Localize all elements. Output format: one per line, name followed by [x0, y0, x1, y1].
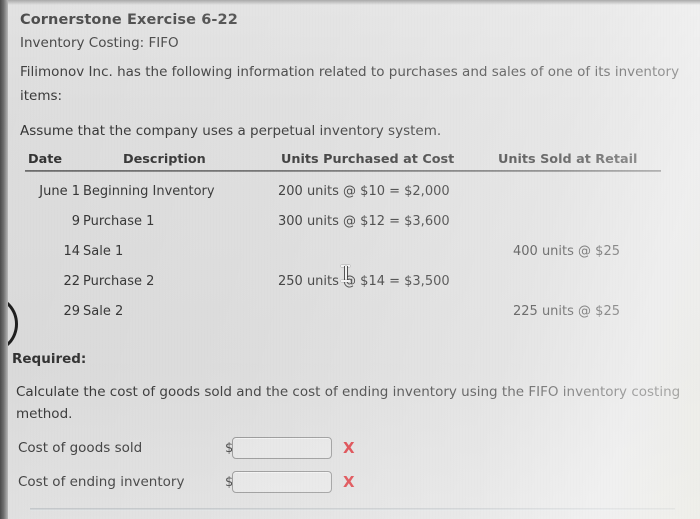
table-row: Sale 1 [83, 244, 124, 259]
page-subtitle: Inventory Costing: FIFO [20, 35, 179, 51]
table-row: 400 units @ $25 [513, 244, 620, 259]
table-row: 200 units @ $10 = $2,000 [278, 184, 450, 199]
table-row: Sale 2 [83, 304, 124, 319]
top-edge-shadow [0, 0, 700, 5]
page-title: Cornerstone Exercise 6-22 [20, 12, 238, 28]
table-row: 250 units @ $14 = $3,500 [278, 274, 450, 289]
table-row: 300 units @ $12 = $3,600 [278, 214, 450, 229]
table-row: Purchase 2 [83, 274, 155, 289]
column-header-date: Date [28, 152, 63, 167]
table-row: 14 [63, 244, 80, 259]
column-header-description: Description [123, 152, 206, 167]
answer-label-cost-of-ending-inventory: Cost of ending inventory [18, 474, 185, 490]
cost-of-goods-sold-input[interactable] [232, 437, 332, 459]
table-row: 22 [63, 274, 80, 289]
cost-of-ending-inventory-input[interactable] [232, 471, 332, 493]
answer-label-cost-of-goods-sold: Cost of goods sold [18, 440, 143, 456]
required-instruction-line-1: Calculate the cost of goods sold and the… [16, 384, 681, 400]
incorrect-answer-icon: X [343, 473, 355, 491]
required-heading: Required: [12, 351, 87, 367]
table-row: June 1 [39, 184, 80, 199]
column-header-units-purchased: Units Purchased at Cost [281, 152, 455, 167]
table-row: Purchase 1 [83, 214, 155, 229]
required-instruction-line-2: method. [16, 406, 73, 422]
table-row: 9 [71, 214, 80, 229]
exercise-screenshot: Cornerstone Exercise 6-22 Inventory Cost… [0, 0, 700, 519]
table-row: Beginning Inventory [83, 184, 215, 199]
table-row: 225 units @ $25 [513, 304, 620, 319]
intro-paragraph-line-1: Filimonov Inc. has the following informa… [20, 64, 680, 80]
incorrect-answer-icon: X [343, 439, 355, 457]
worksheet-content: Cornerstone Exercise 6-22 Inventory Cost… [0, 0, 700, 519]
column-header-units-sold: Units Sold at Retail [498, 152, 638, 167]
left-edge-shadow [0, 0, 8, 519]
table-header-divider [25, 170, 661, 172]
table-row: 29 [63, 304, 80, 319]
assumption-text: Assume that the company uses a perpetual… [20, 123, 442, 139]
intro-paragraph-line-2: items: [20, 88, 63, 104]
footer-divider [30, 508, 675, 511]
